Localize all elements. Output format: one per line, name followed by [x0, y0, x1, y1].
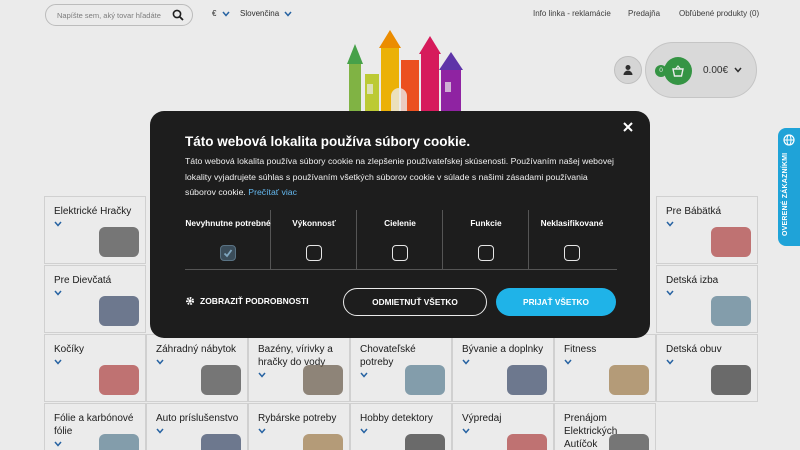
check-icon — [223, 249, 233, 258]
cookie-dialog: Táto webová lokalita používa súbory cook… — [150, 111, 650, 338]
cookie-category-label: Nevyhnutne potrebné — [185, 218, 271, 228]
cookie-category-functionality: Funkcie — [443, 210, 529, 269]
cookie-category-label: Výkonnosť — [292, 218, 336, 228]
cookie-title: Táto webová lokalita používa súbory cook… — [185, 134, 471, 149]
globe-icon — [783, 134, 795, 146]
targeting-checkbox[interactable] — [392, 245, 408, 261]
cookie-category-label: Neklasifikované — [540, 218, 604, 228]
cookie-category-label: Funkcie — [470, 218, 502, 228]
functionality-checkbox[interactable] — [478, 245, 494, 261]
cookie-category-necessary: Nevyhnutne potrebné — [185, 210, 271, 269]
read-more-link[interactable]: Prečítať viac — [248, 187, 297, 197]
accept-all-button[interactable]: PRIJAŤ VŠETKO — [496, 288, 616, 316]
cookie-categories: Nevyhnutne potrebné Výkonnosť Cielenie F… — [185, 210, 617, 270]
cookie-description: Táto webová lokalita používa súbory cook… — [185, 156, 614, 197]
verified-label: OVERENÉ ZÁKAZNÍKMI — [782, 152, 789, 236]
show-details-label: ZOBRAZIŤ PODROBNOSTI — [200, 296, 309, 306]
unclassified-checkbox[interactable] — [564, 245, 580, 261]
reject-all-button[interactable]: ODMIETNUŤ VŠETKO — [343, 288, 487, 316]
cookie-category-performance: Výkonnosť — [271, 210, 357, 269]
cookie-category-targeting: Cielenie — [357, 210, 443, 269]
cookie-category-label: Cielenie — [384, 218, 416, 228]
verified-by-customers-tab[interactable]: OVERENÉ ZÁKAZNÍKMI — [778, 128, 800, 246]
cookie-category-unclassified: Neklasifikované — [529, 210, 617, 269]
performance-checkbox[interactable] — [306, 245, 322, 261]
show-details-button[interactable]: ZOBRAZIŤ PODROBNOSTI — [185, 296, 309, 306]
necessary-checkbox[interactable] — [220, 245, 236, 261]
gear-icon — [186, 297, 194, 305]
close-icon[interactable] — [621, 120, 635, 134]
